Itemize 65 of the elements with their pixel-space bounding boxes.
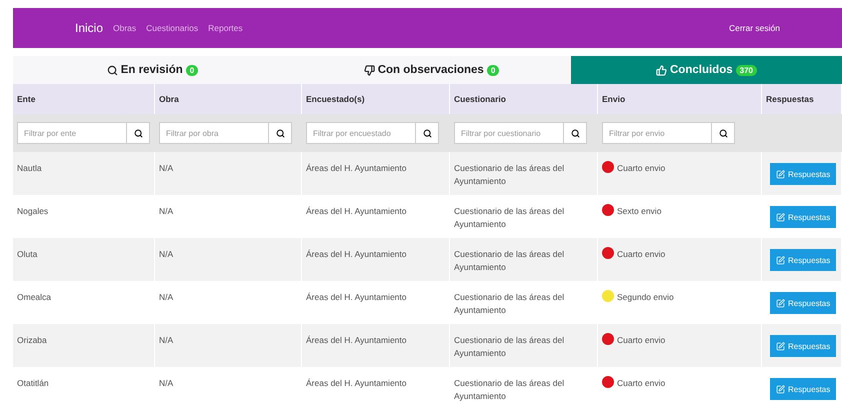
table-cell: Orizaba: [13, 324, 155, 367]
column-header: Respuestas: [762, 84, 842, 114]
respuestas-button[interactable]: Respuestas: [770, 206, 836, 228]
search-icon: [570, 128, 580, 138]
respuestas-button[interactable]: Respuestas: [770, 163, 836, 185]
filter-field[interactable]: Filtrar por encuestado: [306, 122, 415, 144]
filter-field[interactable]: Filtrar por ente: [17, 122, 126, 144]
filter-field[interactable]: Filtrar por envio: [602, 122, 711, 144]
table-cell: N/A: [155, 152, 302, 195]
respuestas-button[interactable]: Respuestas: [770, 292, 836, 314]
column-header: Encuestado(s): [302, 84, 450, 114]
column-header: Obra: [155, 84, 302, 114]
table-cell: Cuestionario de las áreas del Ayuntamiento: [450, 152, 598, 195]
respuestas-button[interactable]: Respuestas: [770, 335, 836, 357]
edit-icon: [776, 298, 785, 308]
edit-icon: [776, 212, 785, 222]
nav-link[interactable]: Obras: [113, 23, 136, 33]
search-button[interactable]: [126, 122, 150, 144]
column-header: Cuestionario: [450, 84, 598, 114]
edit-icon: [776, 384, 785, 394]
table-cell: Oluta: [13, 238, 155, 281]
table-cell: N/A: [155, 324, 302, 367]
envio-text: Cuarto envio: [617, 162, 666, 175]
count-badge: 0: [186, 64, 198, 76]
edit-icon: [776, 256, 785, 264]
edit-icon: [776, 342, 785, 350]
table-cell: Áreas del H. Ayuntamiento: [302, 152, 450, 195]
respuestas-button[interactable]: Respuestas: [770, 249, 836, 271]
nav-link[interactable]: Reportes: [208, 23, 243, 33]
brand-link[interactable]: Inicio: [75, 21, 104, 35]
edit-icon: [776, 170, 785, 178]
envio-text: Cuarto envio: [617, 334, 666, 347]
tab[interactable]: Con observaciones 0: [292, 56, 571, 84]
search-icon: [276, 128, 284, 138]
filter-field[interactable]: Filtrar por obra: [159, 122, 268, 144]
search-button[interactable]: [415, 122, 439, 144]
column-header: Ente: [13, 84, 155, 114]
logout-link[interactable]: Cerrar sesión: [728, 23, 780, 33]
tab[interactable]: En revisión 0: [13, 56, 292, 84]
table-cell: Áreas del H. Ayuntamiento: [302, 324, 450, 367]
envio-text: Segundo envio: [617, 291, 674, 304]
table-cell: Nautla: [13, 152, 155, 195]
count-badge: 0: [486, 64, 500, 76]
table-cell: Cuestionario de las áreas del Ayuntamiento: [450, 238, 598, 281]
search-icon: [718, 128, 728, 138]
table-cell: Cuestionario de las áreas del Ayuntamiento: [450, 324, 598, 367]
filter-field[interactable]: Filtrar por cuestionario: [454, 122, 563, 144]
search-icon: [106, 64, 118, 76]
nav-link[interactable]: Cuestionarios: [146, 23, 198, 33]
thumbs-up-icon: [656, 64, 667, 76]
search-icon: [422, 128, 432, 138]
tab[interactable]: Concluidos 370: [571, 56, 842, 84]
search-button[interactable]: [711, 122, 735, 144]
table-cell: Áreas del H. Ayuntamiento: [302, 238, 450, 281]
count-badge: 370: [736, 64, 757, 76]
envio-text: Cuarto envio: [617, 248, 666, 261]
thumbs-down-icon: [364, 64, 375, 76]
search-icon: [134, 128, 142, 138]
column-header: Envio: [598, 84, 762, 114]
envio-text: Sexto envio: [617, 205, 662, 218]
respuestas-button[interactable]: Respuestas: [770, 378, 836, 400]
table-cell: N/A: [155, 238, 302, 281]
envio-text: Cuarto envio: [617, 377, 666, 390]
search-button[interactable]: [268, 122, 292, 144]
search-button[interactable]: [563, 122, 587, 144]
